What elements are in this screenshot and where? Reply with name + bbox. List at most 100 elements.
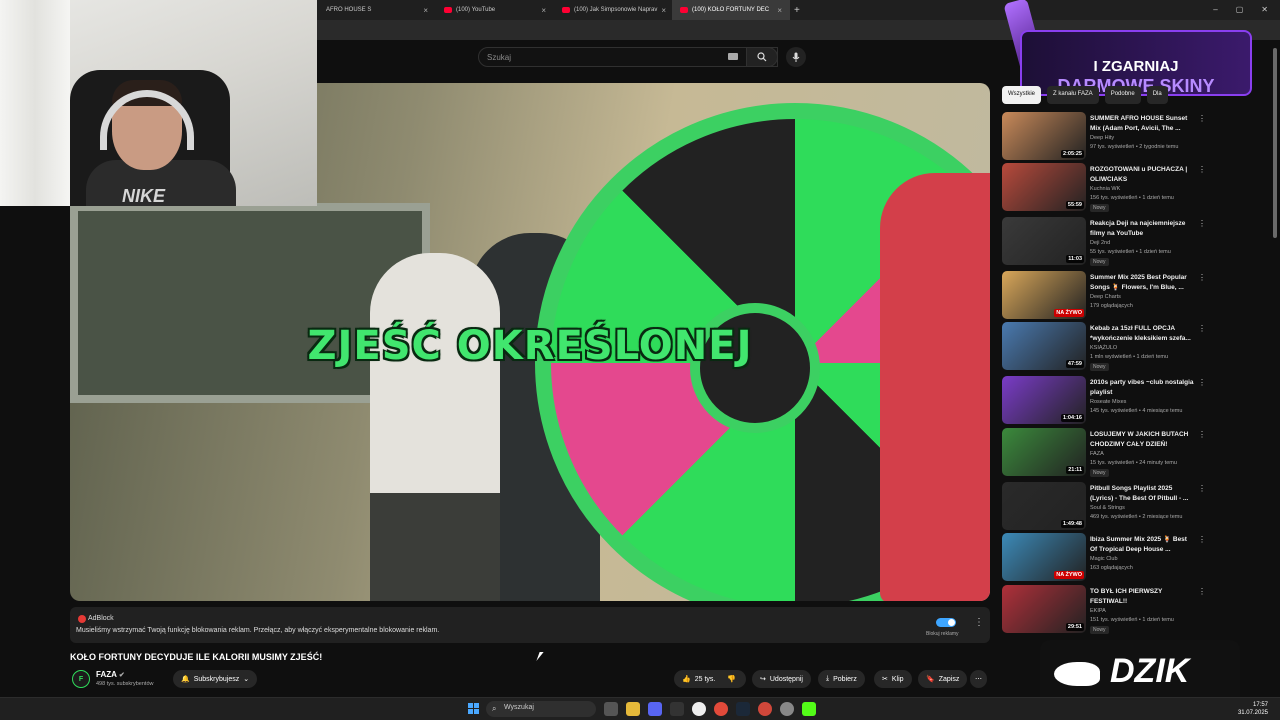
chrome-icon[interactable] (758, 702, 772, 716)
recommended-video[interactable]: NA ŻYWO Summer Mix 2025 Best Popular Song… (1002, 271, 1212, 321)
maximize-button[interactable]: ▢ (1236, 5, 1244, 14)
taskbar-search[interactable]: ⌕ Wyszukaj (486, 701, 596, 717)
recommended-title[interactable]: Summer Mix 2025 Best Popular Songs 🍹 Flo… (1090, 273, 1194, 293)
steam-icon[interactable] (736, 702, 750, 716)
close-tab-icon[interactable]: × (423, 6, 428, 15)
duration-badge: 55:59 (1065, 201, 1084, 209)
video-thumbnail[interactable]: NA ŻYWO (1002, 271, 1086, 319)
app-icon[interactable] (670, 702, 684, 716)
bookmark-icon: 🔖 (926, 676, 935, 683)
close-tab-icon[interactable]: × (661, 6, 666, 15)
save-button[interactable]: 🔖 Zapisz (918, 670, 968, 688)
subscribe-button[interactable]: 🔔 Subskrybujesz ⌄ (173, 670, 257, 688)
more-options-icon[interactable]: ⋮ (1198, 114, 1206, 123)
recommended-title[interactable]: Pitbull Songs Playlist 2025 (Lyrics) - T… (1090, 484, 1194, 504)
close-tab-icon[interactable]: × (777, 6, 782, 15)
chip-channel[interactable]: Z kanału FAZA (1047, 86, 1099, 104)
settings-icon[interactable] (780, 702, 794, 716)
share-button[interactable]: ↪ Udostępnij (752, 670, 811, 688)
recommended-channel[interactable]: EKIPA (1090, 608, 1106, 614)
chip-for-you[interactable]: Dla (1146, 86, 1168, 104)
recommended-title[interactable]: LOSUJEMY W JAKICH BUTACH CHODZIMY CAŁY D… (1090, 430, 1194, 450)
recommended-channel[interactable]: Deep Hity (1090, 135, 1114, 141)
recommended-channel[interactable]: Deji 2nd (1090, 240, 1110, 246)
clip-button[interactable]: ✂ Klip (874, 670, 912, 688)
more-actions-button[interactable]: ⋯ (970, 670, 987, 688)
youtube-icon (680, 7, 688, 13)
recommended-title[interactable]: ROZGOTOWANI u PUCHACZA | OLIWCIAKS (1090, 165, 1194, 185)
voice-search-button[interactable] (786, 47, 806, 67)
more-options-icon[interactable]: ⋮ (1198, 165, 1206, 174)
video-thumbnail[interactable]: 21:11 (1002, 428, 1086, 476)
recommended-video[interactable]: 21:11 LOSUJEMY W JAKICH BUTACH CHODZIMY C… (1002, 428, 1212, 478)
recommended-video[interactable]: 1:04:16 2010s party vibes ~club nostalgia… (1002, 376, 1212, 426)
video-thumbnail[interactable]: 47:59 (1002, 322, 1086, 370)
recommended-channel[interactable]: Magic Club (1090, 556, 1118, 562)
channel-avatar[interactable]: F (72, 670, 90, 688)
chip-all[interactable]: Wszystkie (1002, 86, 1041, 104)
minimize-button[interactable]: – (1213, 5, 1217, 14)
video-thumbnail[interactable]: NA ŻYWO (1002, 533, 1086, 581)
video-thumbnail[interactable]: 55:59 (1002, 163, 1086, 211)
browser-tab[interactable]: (100) Jak Simpsonowie Naprav × (554, 0, 672, 20)
discord-icon[interactable] (648, 702, 662, 716)
recommended-title[interactable]: Ibiza Summer Mix 2025 🍹 Best Of Tropical… (1090, 535, 1194, 555)
search-button[interactable] (746, 47, 778, 67)
task-view-icon[interactable] (604, 702, 618, 716)
file-explorer-icon[interactable] (626, 702, 640, 716)
more-options-icon[interactable]: ⋮ (1198, 587, 1206, 596)
recommended-title[interactable]: SUMMER AFRO HOUSE Sunset Mix (Adam Port,… (1090, 114, 1194, 134)
recommended-channel[interactable]: KSIĄŻULO (1090, 345, 1117, 351)
more-options-icon[interactable]: ⋮ (1198, 430, 1206, 439)
thumbs-down-icon[interactable]: 👎 (727, 675, 736, 683)
recommended-channel[interactable]: FAZA (1090, 451, 1104, 457)
close-tab-icon[interactable]: × (541, 6, 546, 15)
chip-related[interactable]: Podobne (1104, 86, 1141, 104)
download-button[interactable]: ⤓ Pobierz (818, 670, 865, 688)
browser-tab[interactable]: (100) YouTube × (436, 0, 554, 20)
recommended-video[interactable]: 55:59 ROZGOTOWANI u PUCHACZA | OLIWCIAKS K… (1002, 163, 1212, 213)
video-thumbnail[interactable]: 2:05:25 (1002, 112, 1086, 160)
recommended-title[interactable]: Kebab za 15zł FULL OPCJA *wykończenie kl… (1090, 324, 1194, 344)
video-thumbnail[interactable]: 1:49:48 (1002, 482, 1086, 530)
browser-tab-active[interactable]: (100) KOŁO FORTUNY DEC × (672, 0, 790, 20)
recommended-channel[interactable]: Roseate Mixes (1090, 399, 1126, 405)
recommended-video[interactable]: 1:49:48 Pitbull Songs Playlist 2025 (Lyri… (1002, 482, 1212, 532)
recommended-channel[interactable]: Kuchnia WK (1090, 186, 1120, 192)
video-thumbnail[interactable]: 11:03 (1002, 217, 1086, 265)
duration-badge: 2:05:25 (1061, 150, 1084, 158)
video-thumbnail[interactable]: 1:04:16 (1002, 376, 1086, 424)
recommended-channel[interactable]: Soul & Strings (1090, 505, 1125, 511)
recommended-title[interactable]: TO BYŁ ICH PIERWSZY FESTIWAL!! (1090, 587, 1194, 607)
more-options-icon[interactable]: ⋮ (1198, 535, 1206, 544)
more-options-icon[interactable]: ⋮ (1198, 273, 1206, 282)
block-ads-toggle[interactable] (936, 618, 956, 627)
recommended-video[interactable]: NA ŻYWO Ibiza Summer Mix 2025 🍹 Best Of T… (1002, 533, 1212, 583)
kick-icon[interactable] (802, 702, 816, 716)
recommended-video[interactable]: 47:59 Kebab za 15zł FULL OPCJA *wykończen… (1002, 322, 1212, 372)
recommended-video[interactable]: 29:51 TO BYŁ ICH PIERWSZY FESTIWAL!! EKIPA… (1002, 585, 1212, 635)
more-options-icon[interactable]: ⋮ (1198, 219, 1206, 228)
recommended-title[interactable]: Reakcja Deji na najciemniejsze filmy na … (1090, 219, 1194, 239)
close-window-button[interactable]: ✕ (1261, 5, 1268, 14)
recommended-video[interactable]: 11:03 Reakcja Deji na najciemniejsze film… (1002, 217, 1212, 267)
recommended-title[interactable]: 2010s party vibes ~club nostalgia playli… (1090, 378, 1194, 398)
scrollbar[interactable] (1273, 48, 1277, 238)
more-options-icon[interactable]: ⋮ (974, 617, 984, 628)
recommended-channel[interactable]: Deep Charts (1090, 294, 1121, 300)
like-button[interactable]: 👍 25 tys. 👎 (674, 670, 746, 688)
windows-start-icon[interactable] (468, 703, 479, 714)
more-options-icon[interactable]: ⋮ (1198, 484, 1206, 493)
chrome-icon[interactable] (714, 702, 728, 716)
obs-icon[interactable] (692, 702, 706, 716)
system-clock[interactable]: 17:57 31.07.2025 (1238, 701, 1268, 717)
more-options-icon[interactable]: ⋮ (1198, 324, 1206, 333)
verified-icon: ✔ (118, 672, 125, 679)
video-thumbnail[interactable]: 29:51 (1002, 585, 1086, 633)
browser-tab[interactable]: AFRO HOUSE S × (318, 0, 436, 20)
channel-name[interactable]: FAZA ✔ (96, 670, 125, 679)
keyboard-icon[interactable] (728, 53, 738, 60)
recommended-video[interactable]: 2:05:25 SUMMER AFRO HOUSE Sunset Mix (Ada… (1002, 112, 1212, 162)
more-options-icon[interactable]: ⋮ (1198, 378, 1206, 387)
new-tab-button[interactable]: + (794, 5, 800, 16)
